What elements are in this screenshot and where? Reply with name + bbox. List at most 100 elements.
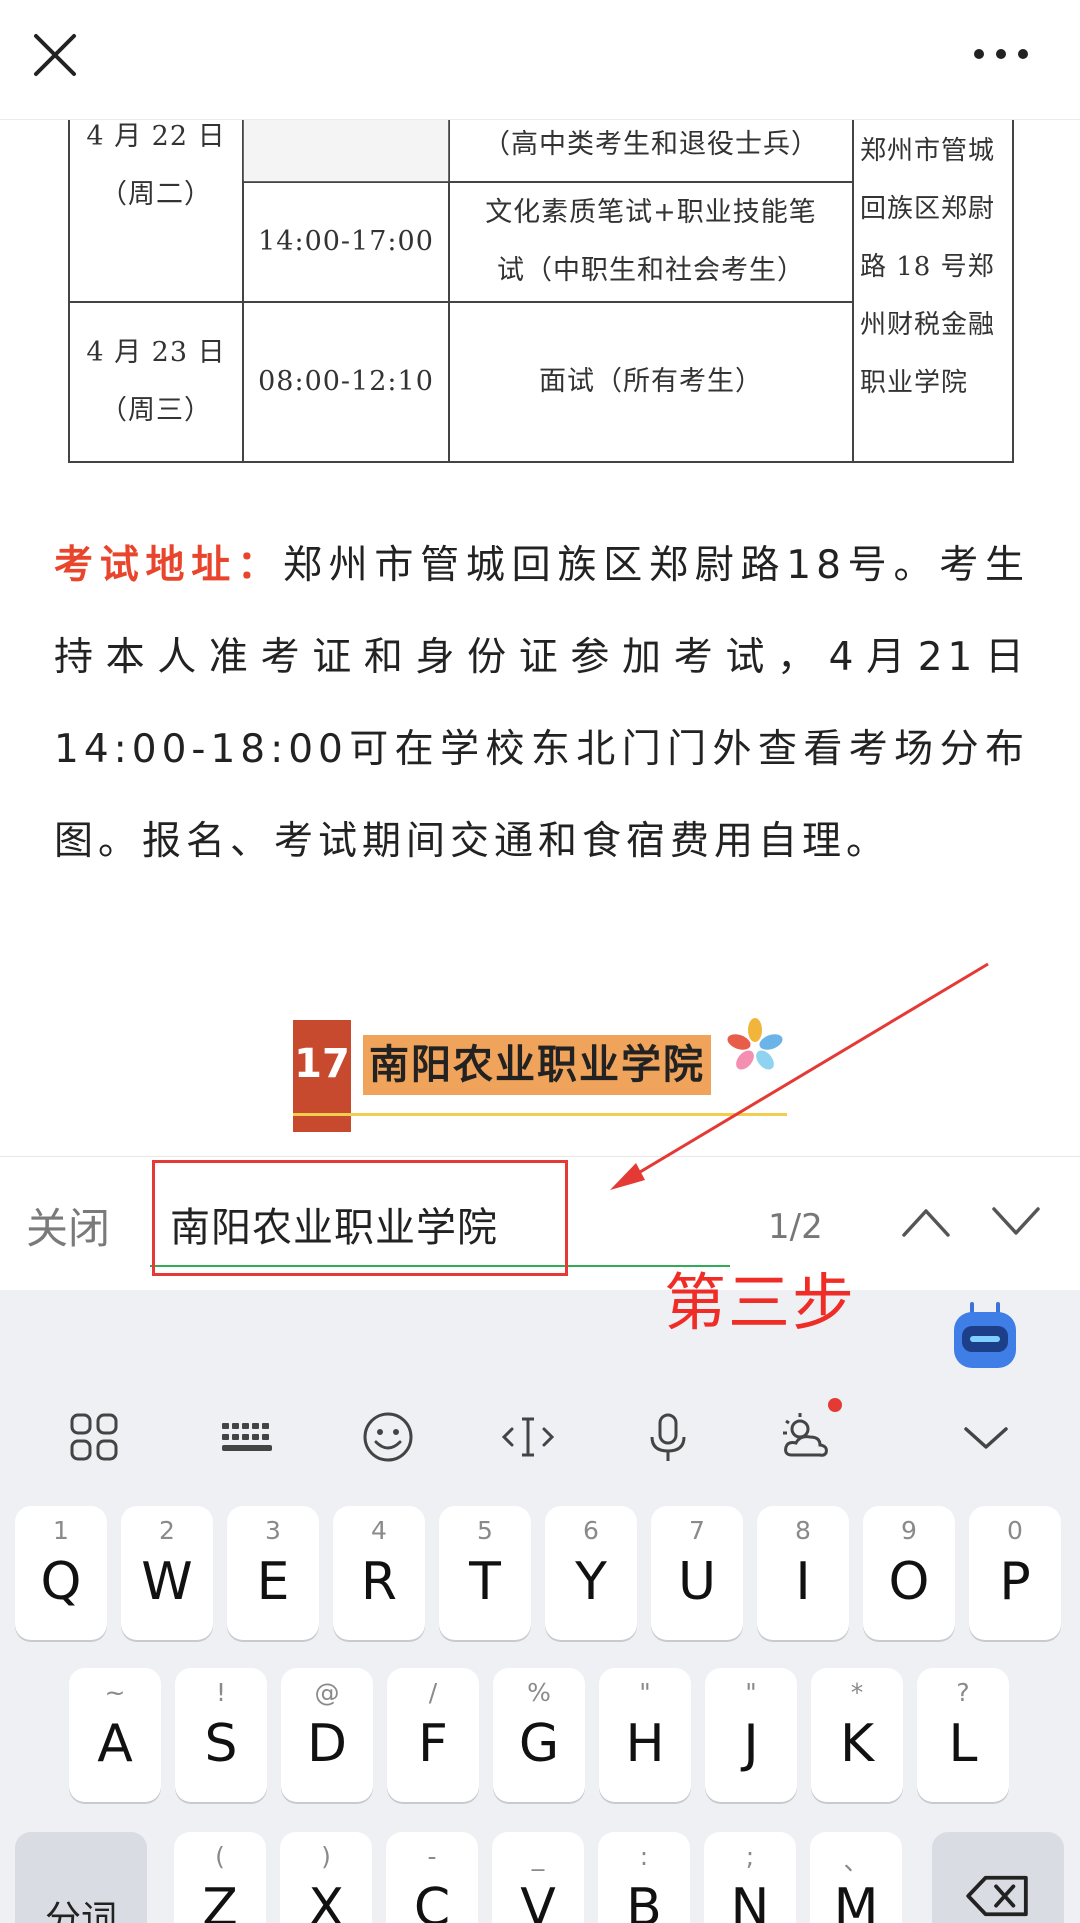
grid-icon[interactable] [66, 1409, 122, 1465]
key-letter: D [306, 1714, 348, 1774]
key-i[interactable]: 8I [757, 1506, 849, 1640]
key-b[interactable]: :B [598, 1832, 690, 1923]
table-cell-date: 4 月 22 日 （周二） [68, 120, 244, 303]
article-content: 4 月 22 日 （周二） （高中类考生和退役士兵） 郑州市管城 回族区郑尉 路… [0, 120, 1080, 1156]
key-letter: L [948, 1714, 978, 1774]
key-hint: ~ [104, 1678, 126, 1707]
key-letter: H [625, 1714, 665, 1774]
key-hint: * [850, 1678, 864, 1707]
key-v[interactable]: _ V [492, 1832, 584, 1923]
key-hint: " [639, 1678, 651, 1707]
flower-decoration-icon [727, 1018, 783, 1070]
key-m[interactable]: 、 M [810, 1832, 902, 1923]
close-icon[interactable] [30, 30, 80, 80]
key-letter: U [677, 1552, 717, 1612]
notification-dot [828, 1398, 842, 1412]
key-hint: ) [321, 1842, 331, 1871]
key-hint: 2 [159, 1516, 175, 1545]
key-t[interactable]: 5T [439, 1506, 531, 1640]
key-q[interactable]: 1Q [15, 1506, 107, 1640]
key-hint: @ [314, 1678, 340, 1707]
key-letter: P [999, 1552, 1031, 1612]
split-word-label: 分词 [44, 1899, 117, 1923]
key-g[interactable]: % G [493, 1668, 585, 1802]
find-match-count: 1/2 [768, 1207, 823, 1247]
key-hint: 4 [371, 1516, 387, 1545]
table-cell-subject: 文化素质笔试+职业技能笔 试（中职生和社会考生） [448, 181, 854, 303]
top-bar [0, 0, 1080, 120]
key-hint: : [639, 1842, 649, 1871]
key-w[interactable]: 2W [121, 1506, 213, 1640]
mic-icon[interactable] [640, 1409, 696, 1465]
table-cell-time: 08:00-12:10 [242, 301, 450, 463]
section-heading: 17 南阳农业职业学院 [293, 1018, 793, 1156]
section-underline [293, 1113, 787, 1116]
key-u[interactable]: 7U [651, 1506, 743, 1640]
key-c[interactable]: -C [386, 1832, 478, 1923]
cursor-icon[interactable] [500, 1409, 556, 1465]
key-letter: O [888, 1552, 930, 1612]
keyboard-icon[interactable] [220, 1409, 276, 1465]
weather-icon[interactable] [778, 1409, 834, 1465]
key-letter: T [469, 1552, 501, 1612]
key-e[interactable]: 3E [227, 1506, 319, 1640]
table-cell-time [242, 120, 450, 183]
key-letter: V [520, 1878, 556, 1923]
key-h[interactable]: " H [599, 1668, 691, 1802]
key-j[interactable]: " J [705, 1668, 797, 1802]
key-n[interactable]: ; N [704, 1832, 796, 1923]
key-hint: 6 [583, 1516, 599, 1545]
key-z[interactable]: (Z [174, 1832, 266, 1923]
section-title: 南阳农业职业学院 [363, 1035, 711, 1095]
table-cell-date: 4 月 23 日 （周三） [68, 301, 244, 463]
key-hint: 7 [689, 1516, 705, 1545]
split-word-key[interactable]: 分词 [15, 1832, 147, 1923]
ai-assistant-icon[interactable] [950, 1300, 1020, 1372]
key-letter: Q [40, 1552, 82, 1612]
find-close-button[interactable]: 关闭 [26, 1195, 110, 1256]
more-dots-icon[interactable] [972, 44, 1030, 64]
key-letter: G [518, 1714, 560, 1774]
key-l[interactable]: ? L [917, 1668, 1009, 1802]
key-hint: ( [215, 1842, 225, 1871]
address-label: 考试地址： [54, 543, 283, 588]
key-hint: 3 [265, 1516, 281, 1545]
key-f[interactable]: / F [387, 1668, 479, 1802]
key-hint: ! [215, 1678, 227, 1707]
key-hint: ; [745, 1842, 755, 1871]
key-hint: 5 [477, 1516, 493, 1545]
key-k[interactable]: * K [811, 1668, 903, 1802]
key-hint: " [745, 1678, 757, 1707]
key-hint: - [427, 1842, 437, 1871]
key-letter: I [795, 1552, 811, 1612]
key-hint: / [428, 1678, 438, 1707]
key-hint: 8 [795, 1516, 811, 1545]
emoji-icon[interactable] [360, 1409, 416, 1465]
key-y[interactable]: 6Y [545, 1506, 637, 1640]
key-s[interactable]: ! S [175, 1668, 267, 1802]
key-letter: A [97, 1714, 133, 1774]
chevron-up-icon[interactable] [898, 1197, 954, 1247]
key-hint: 1 [53, 1516, 69, 1545]
key-r[interactable]: 4R [333, 1506, 425, 1640]
key-letter: C [413, 1878, 451, 1923]
key-p[interactable]: 0P [969, 1506, 1061, 1640]
exam-address-paragraph: 考试地址：郑州市管城回族区郑尉路18号。考生持本人准考证和身份证参加考试，4月2… [54, 520, 1029, 888]
annotation-step-label: 第三步 [664, 1266, 857, 1339]
key-o[interactable]: 9O [863, 1506, 955, 1640]
backspace-key[interactable] [932, 1832, 1064, 1923]
key-d[interactable]: @ D [281, 1668, 373, 1802]
key-x[interactable]: ) X [280, 1832, 372, 1923]
key-a[interactable]: ~ A [69, 1668, 161, 1802]
collapse-icon[interactable] [958, 1409, 1014, 1465]
key-letter: R [360, 1552, 398, 1612]
key-letter: N [730, 1878, 770, 1923]
key-hint: 、 [843, 1847, 869, 1876]
chevron-down-icon[interactable] [988, 1197, 1044, 1247]
location-text: 郑州市管城 回族区郑尉 路 18 号郑 州财税金融 职业学院 [860, 136, 996, 398]
key-letter: W [141, 1552, 193, 1612]
key-hint: 0 [1007, 1516, 1023, 1545]
key-letter: E [256, 1552, 290, 1612]
table-cell-subject: （高中类考生和退役士兵） [448, 120, 854, 183]
key-hint: _ [531, 1842, 545, 1871]
